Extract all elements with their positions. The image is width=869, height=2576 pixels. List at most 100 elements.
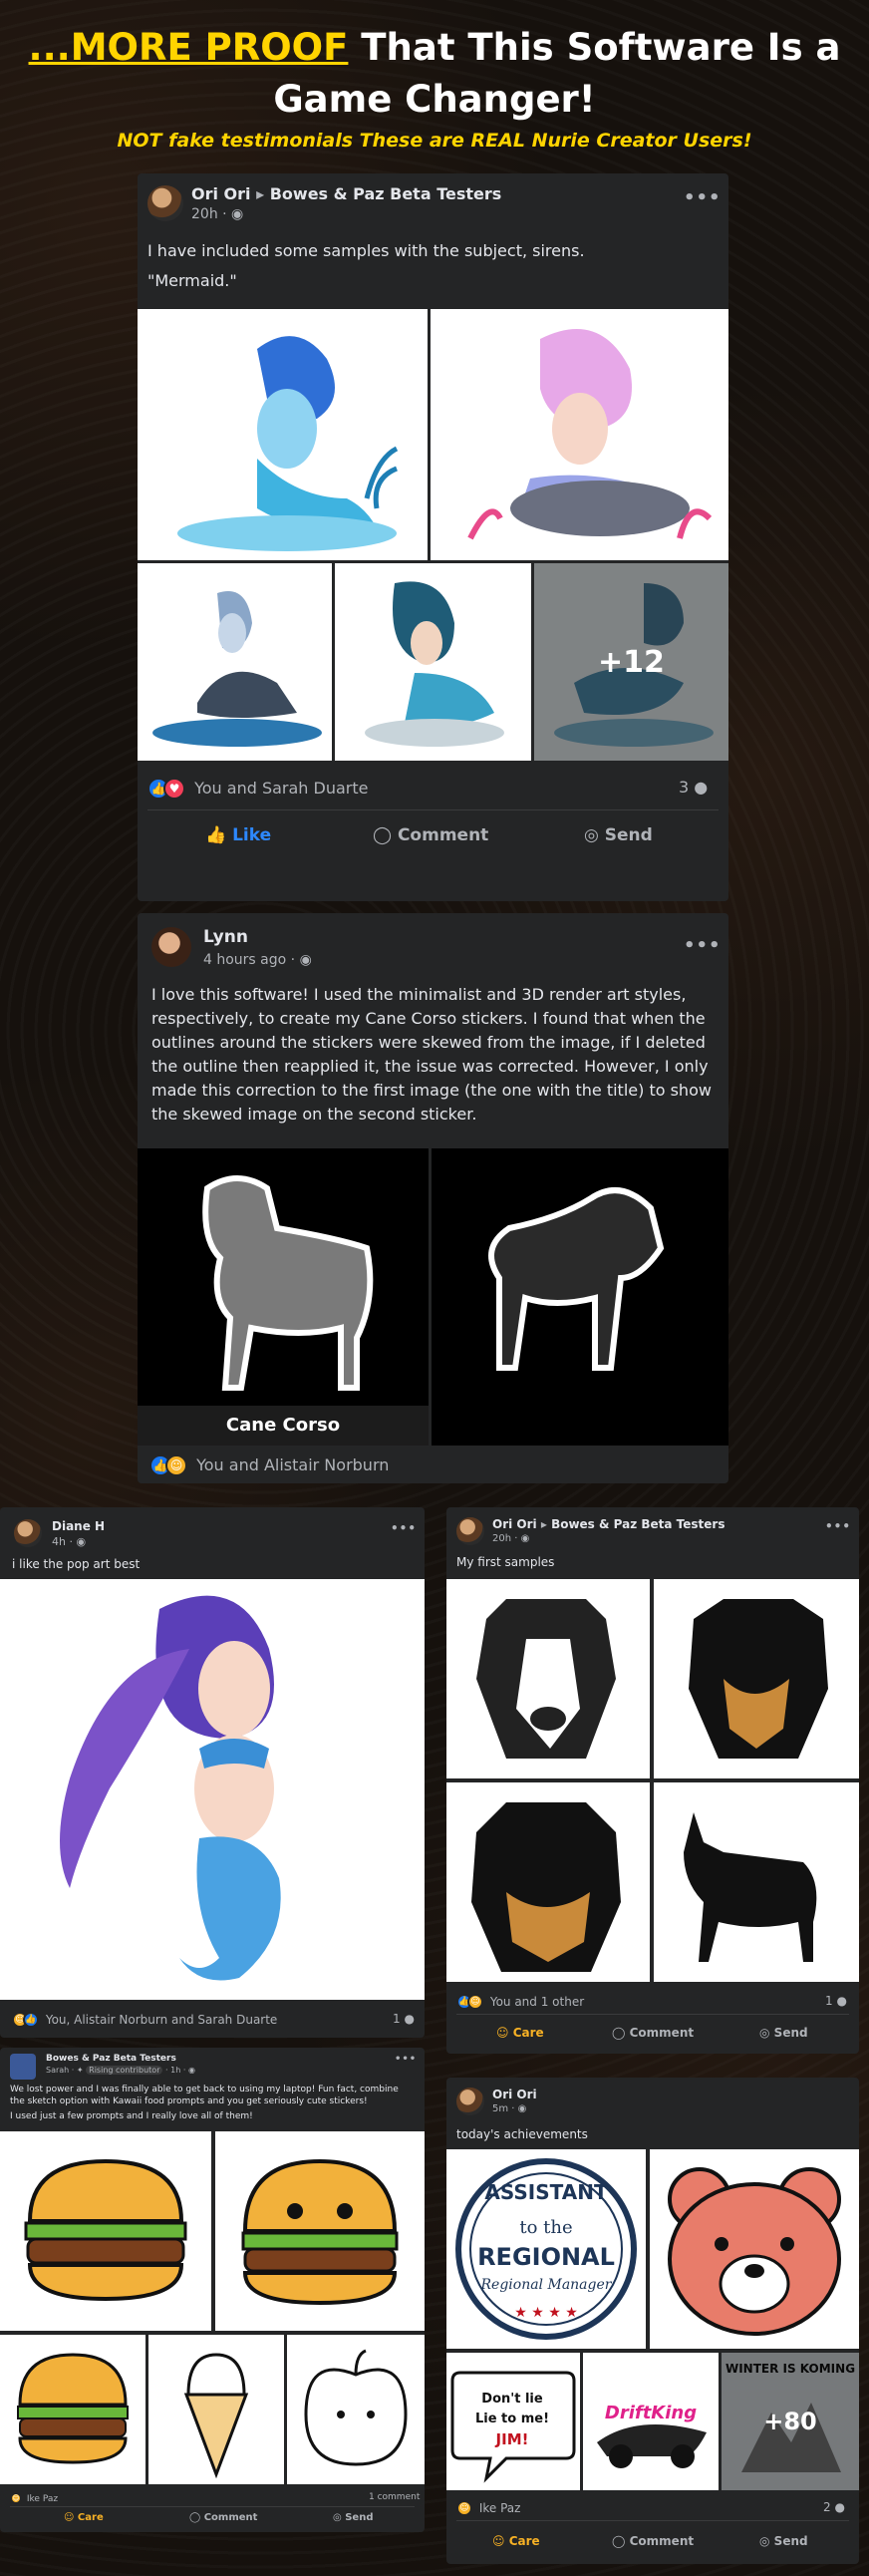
avatar[interactable] (10, 2054, 36, 2080)
post-text: I have included some samples with the su… (147, 241, 585, 260)
mermaid-image-3[interactable] (138, 563, 332, 761)
burger-image-2[interactable] (215, 2131, 425, 2331)
mermaid-image-4[interactable] (335, 563, 531, 761)
subheadline: NOT fake testimonials These are REAL Nur… (117, 130, 752, 152)
send-button[interactable]: ◎ Send (584, 825, 653, 845)
comment-button[interactable]: ◯ Comment (189, 2512, 257, 2523)
pop-art-mermaid-image[interactable] (0, 1579, 425, 2000)
dog-image-2[interactable] (654, 1579, 859, 1778)
comment-count[interactable]: 1 ● (825, 1994, 847, 2008)
more-dots-icon[interactable]: ••• (391, 1521, 417, 1535)
comment-button[interactable]: ◯ Comment (612, 2534, 694, 2548)
care-emoji-icon: ☺ (10, 2492, 22, 2504)
badge-text-2: to the (519, 2217, 572, 2238)
svg-text:Don't lie: Don't lie (481, 2392, 543, 2407)
group-name[interactable]: Bowes & Paz Beta Testers (46, 2054, 176, 2064)
post-time[interactable]: 4h · ◉ (52, 1535, 86, 1548)
dog-image-1[interactable] (446, 1579, 650, 1778)
comment-bubble-icon: ◯ (189, 2512, 201, 2523)
cane-corso-image-2[interactable] (432, 1148, 728, 1446)
post-author[interactable]: Lynn (203, 927, 248, 947)
reactions-summary[interactable]: 👍☺ You and 1 other (456, 1994, 584, 2010)
comment-button[interactable]: ◯ Comment (373, 825, 488, 845)
post-time[interactable]: 20h · ◉ (191, 206, 243, 222)
post-time[interactable]: 4 hours ago · ◉ (203, 952, 312, 968)
avatar[interactable] (151, 927, 191, 967)
care-emoji-icon: ☺ (456, 2500, 472, 2516)
mermaid-image-5[interactable]: +12 (534, 563, 728, 761)
avatar[interactable] (456, 1517, 484, 1545)
more-images-overlay[interactable]: +12 (534, 563, 728, 761)
globe-icon: ◉ (299, 952, 312, 968)
post-author[interactable]: Ori Ori (492, 2088, 537, 2101)
bear-image[interactable] (650, 2149, 859, 2349)
care-button[interactable]: ☺ Care (492, 2534, 540, 2548)
more-images-overlay[interactable]: +80 (722, 2353, 859, 2490)
post-sarah-kawaii: Bowes & Paz Beta Testers Sarah · ✦ Risin… (0, 2048, 425, 2532)
care-button[interactable]: ☺ Care (496, 2026, 544, 2040)
post-text: today's achievements (456, 2127, 588, 2141)
messenger-icon: ◎ (333, 2512, 342, 2523)
post-time[interactable]: 5m · ◉ (492, 2103, 526, 2114)
reactions-summary[interactable]: ☺👍 You, Alistair Norburn and Sarah Duart… (12, 2012, 277, 2028)
burger-image-3[interactable] (0, 2335, 145, 2484)
post-text-subject: "Mermaid." (147, 271, 237, 290)
comment-bubble-icon: ● (836, 1994, 847, 2008)
cane-corso-image-1[interactable]: Cane Corso (138, 1148, 429, 1446)
comment-button[interactable]: ◯ Comment (612, 2026, 694, 2040)
page-headline: ...MORE PROOF That This Software Is a Ga… (0, 22, 869, 126)
messenger-icon: ◎ (759, 2534, 770, 2548)
dog-image-4[interactable] (654, 1782, 859, 1982)
reactions-summary[interactable]: 👍 ♥ You and Sarah Duarte (147, 778, 368, 800)
post-author-line[interactable]: Ori Ori ▸ Bowes & Paz Beta Testers (191, 184, 501, 203)
comment-count[interactable]: 1 ● (393, 2012, 415, 2026)
globe-icon: ◉ (520, 1533, 530, 1544)
more-dots-icon[interactable]: ••• (825, 1519, 851, 1533)
post-author-line[interactable]: Ori Ori ▸ Bowes & Paz Beta Testers (492, 1517, 724, 1531)
more-dots-icon[interactable]: ••• (684, 187, 722, 208)
avatar[interactable] (147, 185, 183, 221)
winter-koming-image[interactable]: WINTER IS KOMING +80 (722, 2353, 859, 2490)
post-text: My first samples (456, 1555, 555, 1569)
avatar[interactable] (14, 1519, 42, 1547)
post-author-line[interactable]: Sarah · ✦ Rising contributor · 1h · ◉ (46, 2066, 195, 2075)
like-button[interactable]: 👍 Like (205, 825, 271, 845)
more-dots-icon[interactable]: ••• (684, 935, 722, 956)
reactions-summary[interactable]: ☺ Ike Paz (10, 2492, 58, 2504)
comment-bubble-icon: ◯ (612, 2534, 626, 2548)
burger-image-1[interactable] (0, 2131, 211, 2331)
dont-lie-image[interactable]: Don't lie Lie to me! JIM! (446, 2353, 580, 2490)
reactions-summary[interactable]: ☺ Ike Paz (456, 2500, 520, 2516)
comment-count[interactable]: 3 ● (679, 778, 708, 797)
comment-count[interactable]: 2 ● (823, 2500, 845, 2514)
ice-cream-image[interactable] (148, 2335, 284, 2484)
mermaid-image-2[interactable] (431, 309, 728, 560)
post-author[interactable]: Diane H (52, 1519, 105, 1533)
care-emoji-icon: ☺ (64, 2512, 75, 2523)
messenger-icon: ◎ (584, 825, 599, 845)
more-dots-icon[interactable]: ••• (395, 2054, 417, 2065)
assistant-badge-image[interactable]: ASSISTANT to the REGIONAL Regional Manager ★… (446, 2149, 646, 2349)
dog-image-3[interactable] (446, 1782, 650, 1982)
send-button[interactable]: ◎ Send (759, 2534, 808, 2548)
drift-king-image[interactable]: DriftKing (583, 2353, 719, 2490)
comment-count[interactable]: 1 comment (369, 2492, 420, 2502)
avatar[interactable] (456, 2088, 484, 2115)
send-button[interactable]: ◎ Send (759, 2026, 808, 2040)
badge-text-4: Regional Manager (480, 2277, 613, 2293)
post-time[interactable]: 20h · ◉ (492, 1533, 529, 1544)
send-button[interactable]: ◎ Send (333, 2512, 373, 2523)
comment-bubble-icon: ● (834, 2500, 845, 2514)
post-text-2: I used just a few prompts and I really l… (10, 2111, 253, 2121)
drift-king-text: DriftKing (605, 2403, 697, 2423)
apple-image[interactable] (287, 2335, 425, 2484)
comment-bubble-icon: ● (694, 778, 709, 797)
mermaid-image-1[interactable] (138, 309, 428, 560)
reactions-summary[interactable]: 👍 ☺ You and Alistair Norburn (149, 1454, 389, 1476)
svg-text:JIM!: JIM! (495, 2430, 529, 2448)
care-button[interactable]: ☺ Care (64, 2512, 104, 2523)
globe-icon: ◉ (517, 2103, 527, 2114)
image-caption: Cane Corso (138, 1406, 429, 1446)
headline-highlight: ...MORE PROOF (28, 26, 349, 69)
divider (456, 2014, 849, 2015)
